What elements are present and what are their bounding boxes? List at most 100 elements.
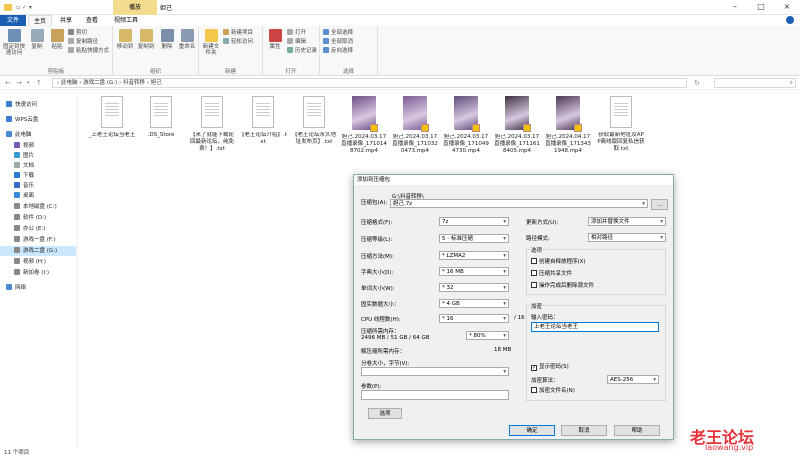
select-none-button[interactable]: 全部取消 xyxy=(323,38,353,46)
help-icon[interactable] xyxy=(786,16,794,24)
sidebar-item[interactable]: 视频 xyxy=(0,141,76,151)
maximize-button[interactable]: □ xyxy=(748,0,774,15)
solid-select[interactable]: * 4 GB xyxy=(439,299,509,308)
text-file-icon xyxy=(610,96,632,128)
close-button[interactable]: × xyxy=(774,0,800,15)
easy-access-button[interactable]: 轻松访问 xyxy=(223,38,253,46)
sidebar-item-label: 游戏一盘 (F:) xyxy=(23,237,56,243)
delete-after-checkbox[interactable]: 操作完成后删除源文件 xyxy=(531,282,594,290)
edit-button[interactable]: 编辑 xyxy=(287,38,306,46)
delete-button[interactable]: 删除 xyxy=(157,29,177,50)
tab-home[interactable]: 主页 xyxy=(28,15,52,26)
level-select[interactable]: 5 - 标准压缩 xyxy=(439,234,509,243)
search-input[interactable]: ⌕ xyxy=(714,78,796,88)
archive-name-input[interactable]: 妲己.7z xyxy=(390,199,648,208)
tab-share[interactable]: 共享 xyxy=(54,15,78,26)
history-button[interactable]: 历史记录 xyxy=(287,47,317,55)
sidebar-item[interactable]: 办公 (E:) xyxy=(0,224,76,234)
address-path[interactable]: › 此电脑 › 游戏二盘 (G:) › 抖音转移 › 妲己 xyxy=(52,78,687,88)
cancel-button[interactable]: 取消 xyxy=(561,425,607,436)
sidebar-item[interactable]: 下载 xyxy=(0,171,76,181)
tab-video-tools[interactable]: 视频工具 xyxy=(106,15,146,26)
cut-button[interactable]: 剪切 xyxy=(68,29,87,37)
file-item[interactable]: 【老王论坛永久地址发布页】.txt xyxy=(290,96,338,146)
method-label: 压缩方法(M): xyxy=(361,254,394,260)
new-item-button[interactable]: 新建项目 xyxy=(223,29,253,37)
ok-button[interactable]: 确定 xyxy=(509,425,555,436)
options-button[interactable]: 选项 xyxy=(368,408,402,419)
word-select[interactable]: * 32 xyxy=(439,283,509,292)
copy-button[interactable]: 复制 xyxy=(27,29,47,50)
file-item[interactable]: 妲己.2024.04.17直播录像_1713431948.mp4 xyxy=(544,96,592,155)
file-item[interactable]: 妲己.2024.03.17直播录像_1710320473.mp4 xyxy=(391,96,439,155)
sidebar-item[interactable]: 快速访问 xyxy=(0,100,76,110)
recent-chevron-icon[interactable]: ▾ xyxy=(27,80,30,86)
format-select[interactable]: 7z xyxy=(439,217,509,226)
picture-icon xyxy=(14,152,20,158)
file-item[interactable]: 妲己.2024.03.17直播录像_1711618405.mp4 xyxy=(493,96,541,155)
group-clipboard: 固定到快速访问 复制 粘贴 剪切 复制路径 粘贴快捷方式 剪贴板 xyxy=(0,26,113,76)
sfx-checkbox[interactable]: 创建自释放程序(X) xyxy=(531,258,586,266)
video-icon xyxy=(14,142,20,148)
file-item[interactable]: 【老王论坛介绍】.txt xyxy=(239,96,287,146)
pin-button[interactable]: 固定到快速访问 xyxy=(2,29,26,56)
file-item[interactable]: 妲己.2024.03.17直播录像_1710148702.mp4 xyxy=(340,96,388,155)
sidebar-item[interactable]: 图片 xyxy=(0,151,76,161)
up-arrow-icon[interactable]: ↑ xyxy=(36,79,42,87)
sidebar-item[interactable]: 文档 xyxy=(0,161,76,171)
dict-select[interactable]: * 16 MB xyxy=(439,267,509,276)
tab-view[interactable]: 查看 xyxy=(80,15,104,26)
open-button[interactable]: 打开 xyxy=(287,29,306,37)
copy-path-button[interactable]: 复制路径 xyxy=(68,38,98,46)
update-select[interactable]: 添加并替换文件 xyxy=(588,217,666,226)
sidebar-item[interactable]: 视频 (H:) xyxy=(0,257,76,267)
encrypt-names-checkbox[interactable]: 加密文件名(N) xyxy=(531,387,575,395)
invert-selection-button[interactable]: 反向选择 xyxy=(323,47,353,55)
file-name: 妲己.2024.04.17直播录像_1713431948.mp4 xyxy=(545,134,591,154)
forward-arrow-icon[interactable]: → xyxy=(16,79,22,87)
quick-access-toolbar[interactable]: ▫ ✓ ▾ xyxy=(16,4,56,11)
minimize-button[interactable]: – xyxy=(722,0,748,15)
navigation-pane: 快速访问 WPS云盘此电脑 视频 图片 文档 下载 音乐 桌面 本地磁盘 (C:) 软件 (D:)… xyxy=(0,92,78,448)
back-arrow-icon[interactable]: ← xyxy=(5,79,11,87)
rename-button[interactable]: 重命名 xyxy=(177,29,197,50)
file-item[interactable]: 妲己.2024.03.17直播录像_1710494730.mp4 xyxy=(442,96,490,155)
split-select[interactable] xyxy=(361,367,509,376)
help-button[interactable]: 帮助 xyxy=(614,425,660,436)
path-mode-select[interactable]: 相对路径 xyxy=(588,233,666,242)
select-all-button[interactable]: 全部选择 xyxy=(323,29,353,37)
shared-files-checkbox[interactable]: 压缩共享文件 xyxy=(531,270,572,278)
sidebar-item[interactable]: 新加卷 (I:) xyxy=(0,268,76,278)
sidebar-item[interactable]: 游戏一盘 (F:) xyxy=(0,235,76,245)
method-select[interactable]: * LZMA2 xyxy=(439,251,509,260)
sidebar-item[interactable]: 软件 (D:) xyxy=(0,213,76,223)
sidebar-item[interactable]: 本地磁盘 (C:) xyxy=(0,202,76,212)
memory-percent-select[interactable]: * 80% xyxy=(466,331,509,340)
cpu-select[interactable]: * 16 xyxy=(439,314,509,323)
move-to-label: 移动到 xyxy=(116,44,134,50)
browse-button[interactable]: ... xyxy=(651,199,668,210)
file-item[interactable]: .DS_Store xyxy=(137,96,185,139)
paste-button[interactable]: 粘贴 xyxy=(47,29,67,50)
sidebar-item[interactable]: 此电脑 xyxy=(0,130,76,140)
params-input[interactable] xyxy=(361,390,509,400)
properties-button[interactable]: 属性 xyxy=(265,29,285,50)
move-to-button[interactable]: 移动到 xyxy=(115,29,135,50)
password-input[interactable]: 上老王论坛当老王 xyxy=(531,322,659,332)
sidebar-item[interactable]: WPS云盘 xyxy=(0,115,76,125)
sidebar-item[interactable]: 音乐 xyxy=(0,181,76,191)
new-folder-button[interactable]: 新建文件夹 xyxy=(201,29,221,56)
show-password-checkbox[interactable]: ✓ 显示密码(S) xyxy=(531,363,569,371)
sidebar-item[interactable]: 游戏二盘 (G:) xyxy=(0,246,76,256)
copy-to-button[interactable]: 复制到 xyxy=(136,29,156,50)
sidebar-item[interactable]: 网络 xyxy=(0,283,76,293)
enc-method-select[interactable]: AES-256 xyxy=(607,375,659,384)
file-item[interactable]: 【来了就能下载轮回最新论坛，纯免费！】.txt xyxy=(188,96,236,153)
refresh-icon[interactable]: ↻ xyxy=(694,79,700,87)
file-item[interactable]: 获取最新地址及APP离线版回复私信获取.txt xyxy=(597,96,645,153)
paste-shortcut-button[interactable]: 粘贴快捷方式 xyxy=(68,47,109,55)
sidebar-item[interactable]: 桌面 xyxy=(0,191,76,201)
paste-icon xyxy=(50,29,64,42)
tab-file[interactable]: 文件 xyxy=(0,15,26,26)
file-item[interactable]: _上老王论坛当老王 xyxy=(88,96,136,139)
